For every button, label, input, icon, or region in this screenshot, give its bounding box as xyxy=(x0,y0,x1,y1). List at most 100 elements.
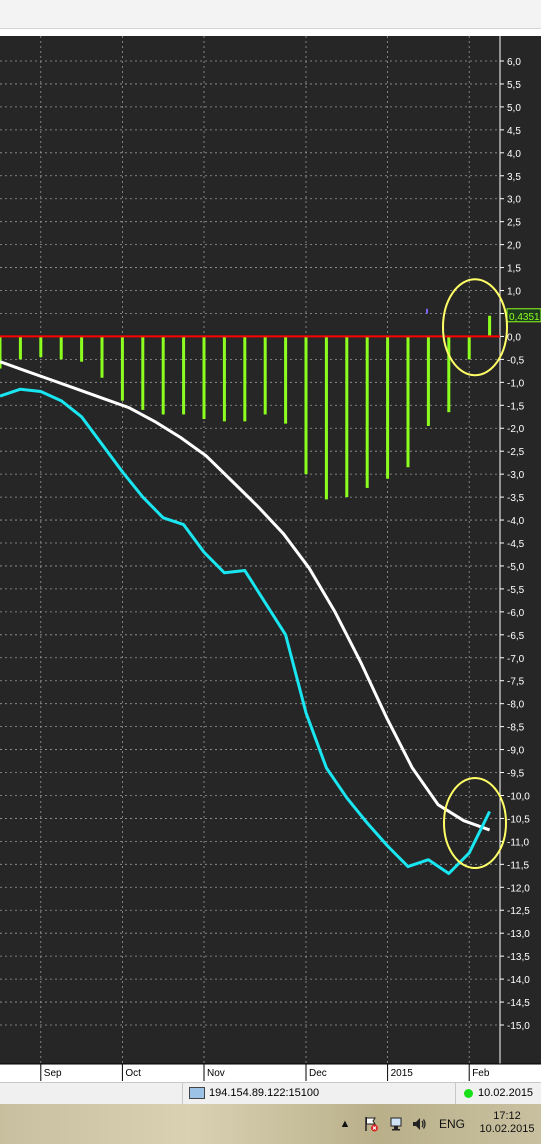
y-tick-label: -6,5 xyxy=(507,631,525,642)
x-tick-label: Feb xyxy=(472,1068,490,1079)
y-tick-label: -12,0 xyxy=(507,883,530,894)
connection-icon xyxy=(189,1087,205,1100)
y-tick-label: 2,0 xyxy=(507,241,521,252)
macd-line xyxy=(0,387,491,875)
y-tick-label: -6,0 xyxy=(507,608,525,619)
histogram-bar xyxy=(447,336,451,413)
histogram-bar xyxy=(182,336,186,415)
show-hidden-icons-icon[interactable]: ▲ xyxy=(338,1116,352,1132)
histogram-bar xyxy=(365,336,369,488)
last-value-label: 0,4351 xyxy=(509,312,540,323)
y-tick-label: -9,0 xyxy=(507,746,525,757)
highlight-ellipse xyxy=(442,278,508,377)
window-titlebar xyxy=(0,0,541,29)
y-tick-label: 4,5 xyxy=(507,126,521,137)
connection-status: 194.154.89.122:15100 xyxy=(182,1083,442,1104)
y-tick-label: -11,0 xyxy=(507,837,529,848)
y-tick-label: 1,5 xyxy=(507,264,521,275)
y-tick-label: -9,5 xyxy=(507,769,525,780)
system-clock[interactable]: 17:12 10.02.2015 xyxy=(474,1110,540,1136)
y-tick-label: -4,5 xyxy=(507,539,525,550)
time-axis-band xyxy=(0,1064,541,1081)
volume-icon[interactable] xyxy=(410,1116,428,1132)
y-tick-label: -14,0 xyxy=(507,975,530,986)
y-tick-label: 1,0 xyxy=(507,287,521,298)
x-tick-label: 2015 xyxy=(391,1068,414,1079)
network-icon[interactable] xyxy=(388,1116,406,1132)
windows-taskbar: ▲ ENG 17:12 10.02.2015 xyxy=(0,1104,541,1144)
histogram-bar xyxy=(243,336,247,422)
y-tick-label: -3,0 xyxy=(507,470,525,481)
x-tick-label: Sep xyxy=(44,1068,62,1079)
histogram-bar xyxy=(345,336,349,498)
y-tick-label: -0,5 xyxy=(507,355,525,366)
y-tick-label: 0,0 xyxy=(507,332,521,343)
y-tick-label: -11,5 xyxy=(507,860,529,871)
y-tick-label: 3,0 xyxy=(507,195,521,206)
clock-time: 17:12 xyxy=(493,1110,521,1122)
y-tick-label: 5,5 xyxy=(507,80,521,91)
histogram-bar xyxy=(263,336,267,415)
y-tick-label: -8,5 xyxy=(507,723,525,734)
y-tick-label: -2,0 xyxy=(507,424,525,435)
histogram-bar xyxy=(59,336,63,360)
histogram-bar xyxy=(324,336,328,500)
language-indicator[interactable]: ENG xyxy=(434,1116,470,1132)
y-tick-label: 5,0 xyxy=(507,103,521,114)
y-tick-label: -4,0 xyxy=(507,516,525,527)
y-tick-label: -3,5 xyxy=(507,493,525,504)
highlight-ellipse xyxy=(443,777,507,870)
y-tick-label: -7,5 xyxy=(507,677,525,688)
y-tick-label: -5,0 xyxy=(507,562,525,573)
y-tick-label: -1,0 xyxy=(507,378,525,389)
y-tick-label: -5,5 xyxy=(507,585,525,596)
y-tick-label: -10,5 xyxy=(507,814,530,825)
status-bar: 194.154.89.122:15100 10.02.2015 xyxy=(0,1082,541,1104)
y-tick-label: -1,5 xyxy=(507,401,525,412)
signal-lines xyxy=(0,360,491,875)
histogram-bar xyxy=(120,336,124,401)
macd-chart[interactable]: 6,05,55,04,54,03,53,02,52,01,51,00,50,0-… xyxy=(0,36,541,1082)
histogram-bar xyxy=(80,336,84,362)
histogram-bar xyxy=(141,336,145,410)
status-date-text: 10.02.2015 xyxy=(478,1087,534,1099)
y-tick-label: -12,5 xyxy=(507,906,530,917)
histogram-bar xyxy=(202,336,206,420)
action-center-flag-icon[interactable] xyxy=(362,1116,380,1132)
histogram-bar xyxy=(426,336,430,426)
histogram-bar xyxy=(467,336,471,360)
chart-grid xyxy=(0,36,500,1064)
histogram-bar xyxy=(386,336,390,479)
x-tick-label: Oct xyxy=(125,1068,141,1079)
x-tick-label: Nov xyxy=(207,1068,225,1079)
signal-line xyxy=(0,360,491,832)
annotations xyxy=(426,278,508,870)
histogram-bar xyxy=(406,336,410,468)
histogram-bar xyxy=(161,336,165,415)
y-tick-label: -13,5 xyxy=(507,952,530,963)
y-tick-label: -10,0 xyxy=(507,791,530,802)
histogram-bar xyxy=(39,336,43,358)
online-indicator-icon xyxy=(464,1088,473,1098)
histogram-bar xyxy=(488,315,492,337)
x-tick-label: Dec xyxy=(309,1068,327,1079)
time-axis[interactable]: Sep Oct Nov Dec 2015 Feb xyxy=(0,1063,541,1081)
status-date: 10.02.2015 xyxy=(455,1083,541,1104)
histogram-bar xyxy=(284,336,288,424)
y-tick-label: -15,0 xyxy=(507,1021,530,1032)
y-tick-label: -8,0 xyxy=(507,700,525,711)
y-tick-label: 6,0 xyxy=(507,57,521,68)
y-tick-label: 2,5 xyxy=(507,218,521,229)
clock-date: 10.02.2015 xyxy=(479,1123,535,1135)
histogram-bar xyxy=(18,336,22,360)
histogram xyxy=(0,315,492,500)
y-tick-label: 4,0 xyxy=(507,149,521,160)
connection-address: 194.154.89.122:15100 xyxy=(209,1087,320,1099)
y-tick-label: -7,0 xyxy=(507,654,525,665)
price-axis[interactable]: 6,05,55,04,54,03,53,02,52,01,51,00,50,0-… xyxy=(499,36,541,1064)
y-tick-label: 3,5 xyxy=(507,172,521,183)
histogram-bar xyxy=(304,336,308,475)
histogram-bar xyxy=(222,336,226,422)
histogram-bar xyxy=(100,336,104,378)
y-tick-label: -2,5 xyxy=(507,447,525,458)
